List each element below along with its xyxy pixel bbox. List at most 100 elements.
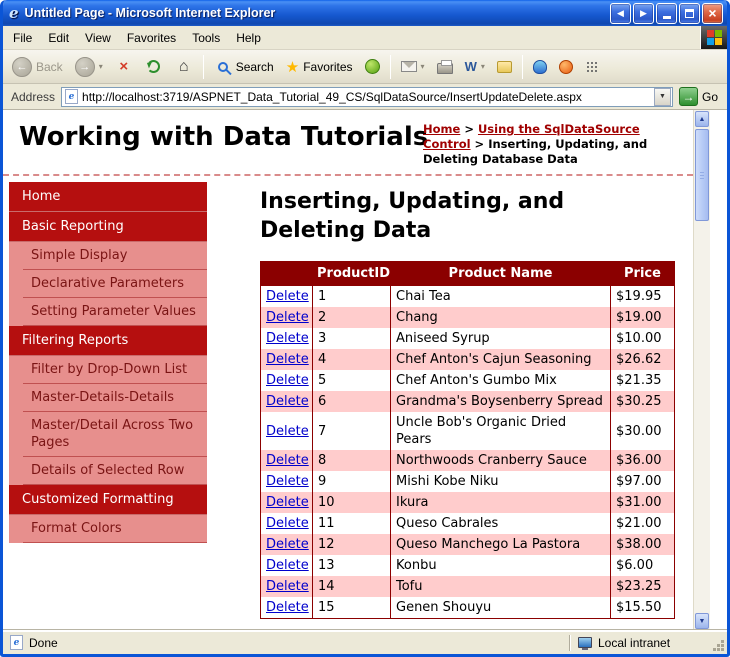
product-name-cell: Aniseed Syrup: [390, 328, 611, 350]
sidebar-item-details-of-selected-row[interactable]: Details of Selected Row: [23, 457, 207, 485]
delete-link-row-6[interactable]: Delete: [266, 394, 309, 409]
action-cell: Delete: [260, 576, 313, 598]
stop-button[interactable]: ×: [110, 55, 138, 79]
refresh-button[interactable]: [140, 55, 168, 79]
titlebar-extra-button-left[interactable]: ◀: [610, 2, 631, 24]
menubar: File Edit View Favorites Tools Help: [3, 26, 727, 50]
sidebar-item-declarative-parameters[interactable]: Declarative Parameters: [23, 270, 207, 298]
media-button[interactable]: [360, 56, 385, 77]
close-button[interactable]: ×: [702, 2, 723, 24]
price-cell: $10.00: [610, 328, 675, 350]
sidebar-item-setting-parameter-values[interactable]: Setting Parameter Values: [23, 298, 207, 326]
sidebar-item-master-detail-across-two-pages[interactable]: Master/Detail Across Two Pages: [23, 412, 207, 457]
stop-icon: ×: [119, 58, 129, 75]
main-content: Inserting, Updating, and Deleting Data P…: [207, 182, 693, 620]
product-row: Delete 3 Aniseed Syrup $10.00: [260, 328, 675, 350]
edit-with-word-button[interactable]: W ▾: [460, 56, 490, 77]
delete-link-row-8[interactable]: Delete: [266, 453, 309, 468]
scrollbar-thumb[interactable]: [695, 129, 709, 221]
sidebar-indent-strip: [9, 298, 23, 326]
research-button[interactable]: [580, 57, 604, 77]
delete-link-row-12[interactable]: Delete: [266, 537, 309, 552]
product-id-cell: 3: [312, 328, 391, 350]
price-cell: $6.00: [610, 555, 675, 577]
sidebar-item-customized-formatting[interactable]: Customized Formatting: [9, 485, 207, 515]
sidebar-item-filter-by-drop-down-list[interactable]: Filter by Drop-Down List: [23, 356, 207, 384]
product-id-cell: 6: [312, 391, 391, 413]
delete-link-row-10[interactable]: Delete: [266, 495, 309, 510]
product-name-cell: Chef Anton's Cajun Seasoning: [390, 349, 611, 371]
forward-button[interactable]: → ▾: [70, 54, 108, 80]
delete-link-row-3[interactable]: Delete: [266, 331, 309, 346]
address-url: http://localhost:3719/ASPNET_Data_Tutori…: [82, 89, 582, 104]
discuss-button[interactable]: [492, 58, 517, 76]
address-input[interactable]: e http://localhost:3719/ASPNET_Data_Tuto…: [61, 86, 673, 107]
back-button[interactable]: ← Back: [7, 54, 68, 80]
minimize-button[interactable]: [656, 2, 677, 24]
page-title: Inserting, Updating, and Deleting Data: [260, 189, 565, 243]
msn-button[interactable]: [554, 57, 578, 77]
delete-link-row-9[interactable]: Delete: [266, 474, 309, 489]
browser-viewport: Working with Data Tutorials Home > Using…: [3, 110, 727, 630]
product-id-cell: 2: [312, 307, 391, 329]
titlebar[interactable]: e Untitled Page - Microsoft Internet Exp…: [3, 0, 727, 26]
sidebar-indent-strip: [9, 356, 23, 384]
menu-edit[interactable]: Edit: [40, 28, 77, 48]
delete-link-row-4[interactable]: Delete: [266, 352, 309, 367]
delete-link-row-14[interactable]: Delete: [266, 579, 309, 594]
product-id-cell: 14: [312, 576, 391, 598]
sidebar-item-format-colors[interactable]: Format Colors: [23, 515, 207, 543]
delete-link-row-13[interactable]: Delete: [266, 558, 309, 573]
resize-grip-icon[interactable]: [711, 638, 725, 652]
page-body: Home Basic Reporting Simple Display Declara…: [3, 176, 693, 620]
sidebar-item-filtering-reports[interactable]: Filtering Reports: [9, 326, 207, 356]
menu-file[interactable]: File: [5, 28, 40, 48]
product-row: Delete 5 Chef Anton's Gumbo Mix $21.35: [260, 370, 675, 392]
menu-favorites[interactable]: Favorites: [119, 28, 184, 48]
delete-link-row-1[interactable]: Delete: [266, 289, 309, 304]
move-right-icon: ▶: [640, 7, 647, 18]
menu-view[interactable]: View: [77, 28, 119, 48]
messenger-icon: [532, 59, 547, 74]
breadcrumb-link-home[interactable]: Home: [423, 122, 460, 136]
home-button[interactable]: ⌂: [170, 55, 198, 79]
print-button[interactable]: [432, 57, 458, 77]
vertical-scrollbar[interactable]: ▲ ▼: [693, 110, 710, 630]
scroll-up-button[interactable]: ▲: [695, 111, 709, 127]
action-cell: Delete: [260, 370, 313, 392]
menu-help[interactable]: Help: [228, 28, 269, 48]
delete-link-row-2[interactable]: Delete: [266, 310, 309, 325]
scroll-down-button[interactable]: ▼: [695, 613, 709, 629]
action-cell: Delete: [260, 307, 313, 329]
search-button[interactable]: Search: [209, 55, 279, 79]
delete-link-row-15[interactable]: Delete: [266, 600, 309, 615]
mail-button[interactable]: ▾: [396, 58, 430, 75]
action-cell: Delete: [260, 391, 313, 413]
favorites-button[interactable]: ★ Favorites: [281, 55, 358, 79]
status-text: Done: [29, 635, 58, 650]
sidebar-item-master-details-details[interactable]: Master-Details-Details: [23, 384, 207, 412]
titlebar-extra-button-right[interactable]: ▶: [633, 2, 654, 24]
menu-tools[interactable]: Tools: [184, 28, 228, 48]
price-cell: $97.00: [610, 471, 675, 493]
go-button[interactable]: → Go: [678, 87, 722, 106]
action-cell: Delete: [260, 534, 313, 556]
sidebar-item-simple-display[interactable]: Simple Display: [23, 242, 207, 270]
messenger-button[interactable]: [528, 57, 552, 77]
address-dropdown-button[interactable]: ▼: [653, 87, 671, 106]
product-name-cell: Queso Cabrales: [390, 513, 611, 535]
delete-link-row-11[interactable]: Delete: [266, 516, 309, 531]
maximize-button[interactable]: [679, 2, 700, 24]
delete-link-row-5[interactable]: Delete: [266, 373, 309, 388]
delete-link-row-7[interactable]: Delete: [266, 424, 309, 439]
product-name-cell: Chang: [390, 307, 611, 329]
local-intranet-icon: [578, 637, 592, 650]
sidebar-item-basic-reporting[interactable]: Basic Reporting: [9, 212, 207, 242]
sidebar-item-home[interactable]: Home: [9, 182, 207, 212]
product-id-cell: 4: [312, 349, 391, 371]
price-cell: $31.00: [610, 492, 675, 514]
sidebar-row: Details of Selected Row: [9, 457, 207, 485]
column-header-productid: ProductID: [312, 261, 391, 287]
product-id-cell: 7: [312, 412, 391, 451]
price-cell: $38.00: [610, 534, 675, 556]
